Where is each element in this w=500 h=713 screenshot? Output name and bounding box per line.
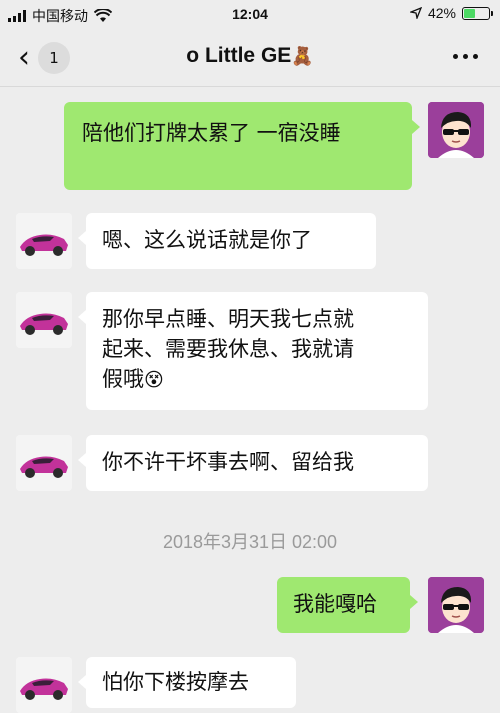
pink-car-avatar-icon	[16, 435, 72, 491]
pink-car-avatar-icon	[16, 292, 72, 348]
message-timestamp: 2018年3月31日 02:00	[162, 532, 338, 552]
message-bubble-outgoing[interactable]: 我能嘎哈	[277, 577, 418, 633]
message-bubble-incoming[interactable]: 你不许干坏事去啊、留给我	[78, 435, 428, 491]
message-text: 我能嘎哈	[293, 592, 377, 616]
message-bubble-incoming[interactable]: 怕你下楼按摩去	[78, 657, 296, 708]
sunglasses-man-avatar-icon	[428, 102, 484, 158]
chat-title-text: o Little GE	[186, 44, 292, 67]
contact-avatar[interactable]	[16, 292, 72, 348]
chat-title: o Little GE🧸	[0, 44, 500, 68]
contact-avatar[interactable]	[16, 435, 72, 491]
status-right: 42%	[409, 5, 493, 21]
contact-avatar[interactable]	[16, 213, 72, 269]
message-text: 你不许干坏事去啊、留给我	[102, 450, 354, 474]
location-arrow-icon	[409, 7, 422, 19]
message-text: 怕你下楼按摩去	[102, 670, 249, 694]
status-bar: 中国移动 12:04 42%	[0, 0, 500, 30]
contact-avatar[interactable]	[16, 657, 72, 713]
message-text-line: 起来、需要我休息、我就请	[102, 337, 354, 361]
sunglasses-man-avatar-icon	[428, 577, 484, 633]
message-bubble-incoming[interactable]: 嗯、这么说话就是你了	[78, 213, 376, 269]
self-avatar[interactable]	[428, 102, 484, 158]
message-text-line: 那你早点睡、明天我七点就	[102, 307, 354, 331]
battery-icon	[462, 6, 493, 20]
message-bubble-outgoing[interactable]: 陪他们打牌太累了 一宿没睡	[64, 102, 420, 190]
battery-percent: 42%	[427, 5, 456, 21]
self-avatar[interactable]	[428, 577, 484, 633]
more-options-icon[interactable]	[453, 54, 478, 59]
chat-header: ‹ 1 o Little GE🧸	[0, 30, 500, 87]
message-text: 嗯、这么说话就是你了	[102, 228, 312, 252]
teddy-bear-emoji: 🧸	[291, 46, 314, 66]
message-bubble-incoming[interactable]: 那你早点睡、明天我七点就 起来、需要我休息、我就请 假哦😵	[78, 292, 428, 410]
pink-car-avatar-icon	[16, 213, 72, 269]
message-text-line: 假哦😵	[102, 367, 164, 391]
pink-car-avatar-icon	[16, 657, 72, 713]
message-text: 陪他们打牌太累了 一宿没睡	[82, 121, 341, 145]
dizzy-face-emoji: 😵	[144, 369, 164, 391]
